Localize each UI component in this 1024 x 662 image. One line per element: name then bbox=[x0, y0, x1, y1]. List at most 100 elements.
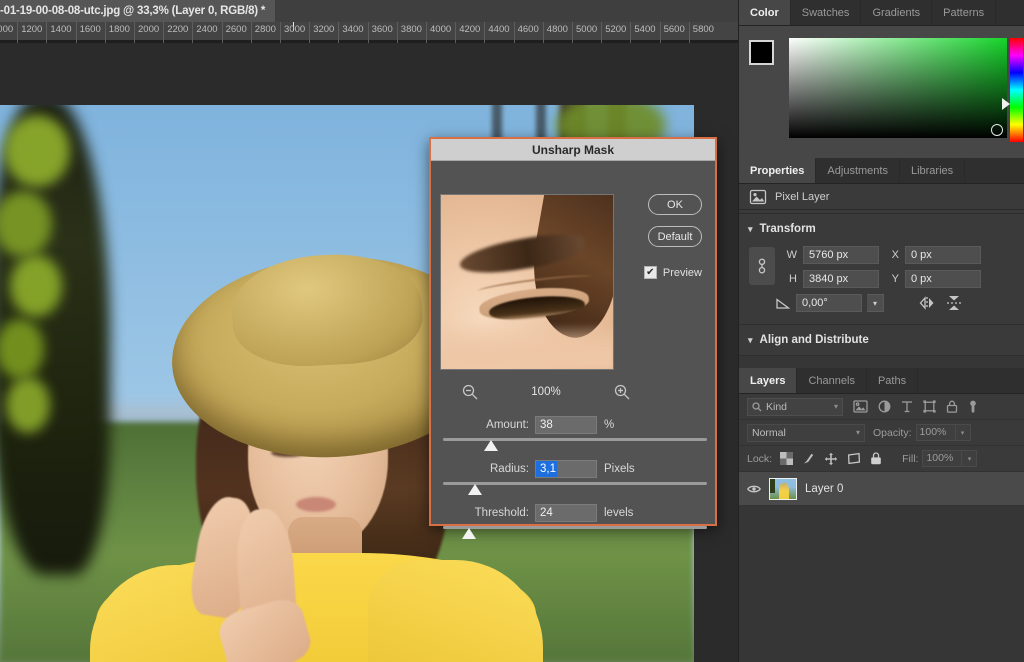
transform-controls: W 5760 px X 0 px H 3840 px Y 0 px bbox=[739, 241, 1024, 321]
filter-toggle-icon[interactable] bbox=[968, 400, 978, 414]
adjustment-filter-icon[interactable] bbox=[878, 400, 891, 413]
radius-input[interactable]: 3,1 bbox=[535, 460, 597, 478]
preview-zoom-level: 100% bbox=[531, 386, 560, 398]
radius-slider-thumb[interactable] bbox=[468, 484, 482, 495]
amount-input[interactable]: 38 bbox=[535, 416, 597, 434]
document-tab[interactable]: -01-19-00-08-08-utc.jpg @ 33,3% (Layer 0… bbox=[0, 0, 275, 22]
color-panel-tabs: ColorSwatchesGradientsPatterns bbox=[739, 0, 1024, 26]
threshold-slider[interactable] bbox=[443, 524, 707, 540]
default-button[interactable]: Default bbox=[648, 226, 702, 247]
flip-vertical-icon[interactable] bbox=[943, 294, 965, 312]
preview-checkbox-row[interactable]: ✔ Preview bbox=[644, 266, 702, 279]
fill-dropdown-toggle[interactable]: ▾ bbox=[962, 450, 977, 467]
shape-filter-icon[interactable] bbox=[923, 400, 936, 413]
smart-object-filter-icon[interactable] bbox=[946, 400, 958, 413]
type-filter-icon[interactable] bbox=[901, 400, 913, 413]
fill-input[interactable]: 100% bbox=[922, 450, 962, 467]
color-field[interactable] bbox=[789, 38, 1007, 138]
chevron-down-icon[interactable]: ▾ bbox=[856, 428, 860, 437]
radius-slider[interactable] bbox=[443, 480, 707, 496]
tab-patterns[interactable]: Patterns bbox=[932, 0, 996, 25]
zoom-in-icon[interactable] bbox=[613, 383, 631, 401]
properties-panel-tabs: PropertiesAdjustmentsLibraries bbox=[739, 158, 1024, 184]
transform-section-header[interactable]: ▾ Transform bbox=[739, 217, 1024, 241]
horizontal-ruler[interactable]: 1000120014001600180020002200240026002800… bbox=[0, 22, 740, 44]
y-input[interactable]: 0 px bbox=[905, 270, 981, 288]
x-input[interactable]: 0 px bbox=[905, 246, 981, 264]
eye-icon[interactable] bbox=[747, 484, 761, 494]
x-label: X bbox=[885, 249, 899, 261]
tab-properties[interactable]: Properties bbox=[739, 158, 816, 183]
tab-gradients[interactable]: Gradients bbox=[861, 0, 932, 25]
preview-zoom-controls: 100% bbox=[461, 379, 631, 405]
height-input[interactable]: 3840 px bbox=[803, 270, 879, 288]
ok-button-label: OK bbox=[667, 199, 683, 211]
ruler-tick: 4600 bbox=[514, 22, 539, 44]
width-input[interactable]: 5760 px bbox=[803, 246, 879, 264]
threshold-slider-thumb[interactable] bbox=[462, 528, 476, 539]
chevron-down-icon: ▾ bbox=[748, 335, 753, 346]
color-swatches[interactable] bbox=[749, 40, 785, 76]
filter-preview[interactable] bbox=[440, 194, 614, 370]
zoom-out-icon[interactable] bbox=[461, 383, 479, 401]
hue-slider-marker[interactable] bbox=[1002, 98, 1010, 110]
link-icon[interactable] bbox=[749, 247, 775, 285]
chevron-down-icon[interactable]: ▾ bbox=[834, 402, 838, 411]
tab-adjustments[interactable]: Adjustments bbox=[816, 158, 900, 183]
pixel-layer-icon bbox=[749, 189, 767, 205]
opacity-dropdown-toggle[interactable]: ▾ bbox=[956, 424, 971, 441]
radius-unit: Pixels bbox=[604, 463, 635, 475]
lock-label: Lock: bbox=[747, 453, 772, 465]
angle-dropdown-toggle[interactable]: ▾ bbox=[867, 294, 884, 312]
lock-transparent-icon[interactable] bbox=[780, 452, 793, 465]
preview-checkbox[interactable]: ✔ bbox=[644, 266, 657, 279]
foreground-color-swatch[interactable] bbox=[749, 40, 774, 65]
align-distribute-section-header[interactable]: ▾ Align and Distribute bbox=[739, 328, 1024, 352]
height-label: H bbox=[783, 273, 797, 285]
chevron-down-icon: ▾ bbox=[748, 224, 753, 235]
pixel-filter-icon[interactable] bbox=[853, 400, 868, 413]
ruler-tick: 1400 bbox=[46, 22, 71, 44]
radius-slider-track[interactable] bbox=[443, 482, 707, 485]
tab-libraries[interactable]: Libraries bbox=[900, 158, 965, 183]
blend-mode-value: Normal bbox=[752, 427, 786, 439]
width-label: W bbox=[783, 249, 797, 261]
amount-slider-thumb[interactable] bbox=[484, 440, 498, 451]
threshold-input[interactable]: 24 bbox=[535, 504, 597, 522]
angle-input[interactable]: 0,00° bbox=[796, 294, 862, 312]
lock-artboard-icon[interactable] bbox=[847, 452, 861, 465]
ruler-tick: 3600 bbox=[368, 22, 393, 44]
unsharp-mask-dialog[interactable]: Unsharp Mask OK Default ✔ bbox=[429, 137, 717, 526]
transform-position-row: H 3840 px Y 0 px bbox=[739, 267, 1024, 291]
ruler-tick: 1600 bbox=[76, 22, 101, 44]
tab-layers[interactable]: Layers bbox=[739, 368, 797, 393]
lock-position-icon[interactable] bbox=[824, 452, 838, 466]
image-lips bbox=[296, 497, 336, 512]
blend-mode-select[interactable]: Normal ▾ bbox=[747, 424, 865, 442]
ruler-tick: 3200 bbox=[309, 22, 334, 44]
ok-button[interactable]: OK bbox=[648, 194, 702, 215]
hue-slider[interactable] bbox=[1010, 38, 1023, 142]
lock-all-icon[interactable] bbox=[870, 452, 882, 465]
threshold-slider-track[interactable] bbox=[443, 526, 707, 529]
panel-divider bbox=[739, 213, 1024, 214]
search-icon bbox=[752, 402, 762, 412]
tab-paths[interactable]: Paths bbox=[867, 368, 918, 393]
flip-horizontal-icon[interactable] bbox=[916, 295, 938, 311]
tab-swatches[interactable]: Swatches bbox=[791, 0, 862, 25]
lock-image-icon[interactable] bbox=[802, 452, 815, 465]
amount-slider[interactable] bbox=[443, 436, 707, 452]
layer-row[interactable]: Layer 0 bbox=[739, 472, 1024, 506]
ruler-tick: 1800 bbox=[105, 22, 130, 44]
tab-color[interactable]: Color bbox=[739, 0, 791, 25]
ruler-tick: 2400 bbox=[192, 22, 217, 44]
layer-name[interactable]: Layer 0 bbox=[805, 483, 843, 495]
dialog-title-bar[interactable]: Unsharp Mask bbox=[431, 139, 715, 161]
threshold-unit: levels bbox=[604, 507, 633, 519]
opacity-input[interactable]: 100% bbox=[916, 424, 956, 441]
ruler-tick: 3400 bbox=[338, 22, 363, 44]
tab-channels[interactable]: Channels bbox=[797, 368, 866, 393]
layer-filter-kind-select[interactable]: Kind ▾ bbox=[747, 398, 843, 416]
color-field-picker[interactable] bbox=[991, 124, 1003, 136]
layer-thumbnail[interactable] bbox=[769, 478, 797, 500]
